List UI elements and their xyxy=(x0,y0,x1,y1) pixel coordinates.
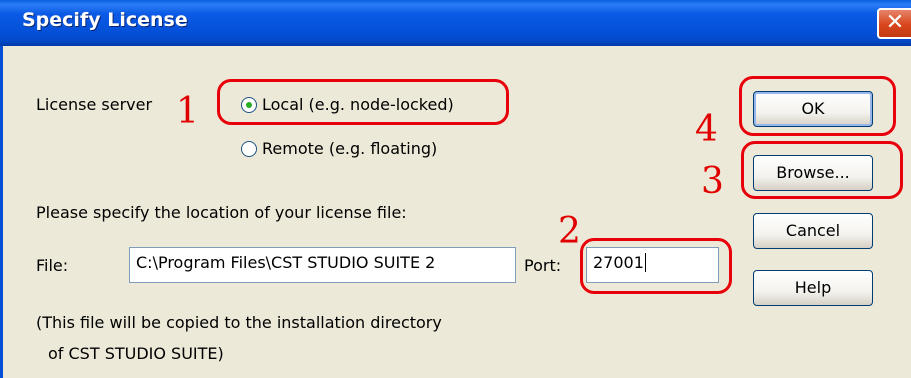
annotation-number-2: 2 xyxy=(558,211,581,252)
radio-remote-label[interactable]: Remote (e.g. floating) xyxy=(262,139,437,158)
annotation-number-1: 1 xyxy=(176,91,199,132)
cancel-button[interactable]: Cancel xyxy=(753,213,873,249)
license-server-label: License server xyxy=(36,95,153,114)
file-path-input[interactable]: C:\Program Files\CST STUDIO SUITE 2 xyxy=(129,247,516,283)
note-line-2: of CST STUDIO SUITE) xyxy=(48,344,224,363)
help-button[interactable]: Help xyxy=(753,270,873,306)
specify-license-dialog: Specify License ✕ License server Local (… xyxy=(0,0,911,378)
highlight-port-field xyxy=(580,238,732,294)
highlight-ok-button xyxy=(739,76,896,136)
title-bar[interactable]: Specify License ✕ xyxy=(0,0,911,46)
dialog-body: License server Local (e.g. node-locked) … xyxy=(0,46,911,378)
close-icon: ✕ xyxy=(885,10,905,35)
highlight-browse-button xyxy=(741,141,903,199)
note-line-1: (This file will be copied to the install… xyxy=(36,313,442,332)
file-label: File: xyxy=(36,256,69,275)
highlight-local-option xyxy=(217,79,509,125)
close-button[interactable]: ✕ xyxy=(877,8,911,39)
radio-remote[interactable] xyxy=(241,141,257,157)
annotation-number-4: 4 xyxy=(695,109,718,150)
license-file-prompt: Please specify the location of your lice… xyxy=(36,203,407,222)
port-label: Port: xyxy=(524,256,562,275)
annotation-number-3: 3 xyxy=(701,161,724,202)
dialog-title: Specify License xyxy=(22,9,188,31)
